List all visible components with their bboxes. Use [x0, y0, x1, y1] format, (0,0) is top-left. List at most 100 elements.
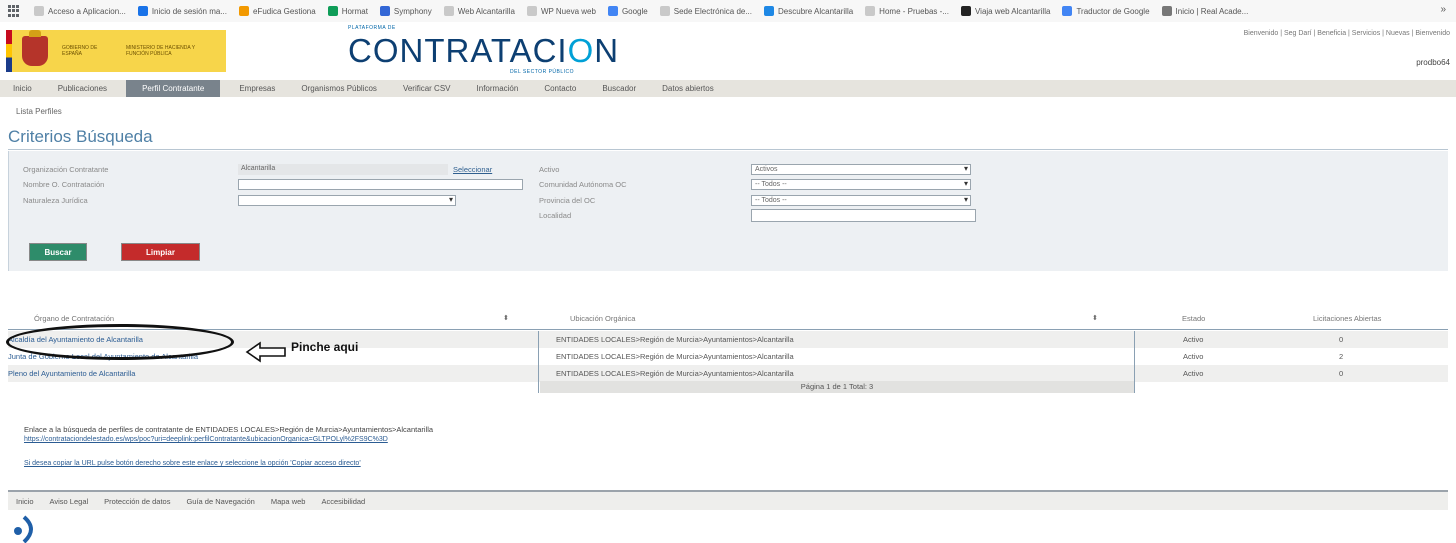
nav-item-inicio[interactable]: Inicio	[0, 80, 45, 97]
nav-item-perfil-contratante[interactable]: Perfil Contratante	[126, 80, 221, 97]
bookmark-item[interactable]: Inicio | Real Acade...	[1161, 6, 1249, 16]
column-header-estado: Estado	[1182, 314, 1206, 323]
footer-link[interactable]: Inicio	[8, 497, 42, 506]
nav-item-publicaciones[interactable]: Publicaciones	[45, 80, 120, 97]
apps-icon[interactable]	[8, 5, 20, 17]
platform-logo[interactable]: PLATAFORMA DE CONTRATACION DEL SECTOR PÚ…	[348, 25, 618, 77]
title-divider	[8, 149, 1448, 150]
nav-item-informaci-n[interactable]: Información	[464, 80, 532, 97]
bookmark-item[interactable]: Traductor de Google	[1062, 6, 1150, 16]
footer-link[interactable]: Aviso Legal	[42, 497, 97, 506]
column-divider	[1134, 331, 1135, 393]
column-header-ubicacion[interactable]: Ubicación Orgánica	[570, 314, 635, 323]
bookmark-icon	[1062, 6, 1073, 16]
search-button[interactable]: Buscar	[29, 243, 87, 261]
bookmark-item[interactable]: Descubre Alcantarilla	[764, 6, 853, 16]
bookmark-item[interactable]: Hormat	[327, 6, 368, 16]
estado-cell: Activo	[1183, 369, 1204, 378]
bookmark-icon	[238, 6, 249, 16]
licitaciones-cell: 0	[1339, 335, 1344, 344]
community-label: Comunidad Autónoma OC	[539, 180, 627, 189]
nav-item-empresas[interactable]: Empresas	[226, 80, 288, 97]
name-label: Nombre O. Contratación	[23, 180, 105, 189]
user-links[interactable]: Bienvenido | Seg Darí | Beneficia | Serv…	[1244, 30, 1450, 37]
table-row: Pleno del Ayuntamiento de Alcantarilla E…	[8, 365, 1448, 382]
nav-item-contacto[interactable]: Contacto	[531, 80, 589, 97]
pagination: Página 1 de 1 Total: 3	[540, 381, 1134, 393]
footer-link[interactable]: Protección de datos	[96, 497, 178, 506]
ubicacion-cell: ENTIDADES LOCALES>Región de Murcia>Ayunt…	[556, 369, 794, 378]
column-header-organo[interactable]: Órgano de Contratación	[34, 314, 114, 323]
bookmark-item[interactable]: Acceso a Aplicacion...	[34, 6, 126, 16]
coat-of-arms-icon	[22, 30, 48, 66]
bookmark-item[interactable]: Google	[607, 6, 648, 16]
platform-logo-main: CONTRATACION	[348, 33, 618, 69]
sort-icon[interactable]: ⬍	[503, 314, 509, 322]
bookmark-item[interactable]: Web Alcantarilla	[443, 6, 515, 16]
government-logo[interactable]: GOBIERNO DE ESPAÑA MINISTERIO DE HACIEND…	[6, 30, 226, 72]
breadcrumb[interactable]: Lista Perfiles	[16, 107, 62, 116]
nav-item-verificar-csv[interactable]: Verificar CSV	[390, 80, 464, 97]
province-select[interactable]: -- Todos --	[751, 195, 971, 206]
bookmark-list: Acceso a Aplicacion... Inicio de sesión m…	[34, 6, 1248, 16]
bookmark-item[interactable]: Symphony	[379, 6, 432, 16]
footer-link[interactable]: Mapa web	[263, 497, 314, 506]
copy-url-note[interactable]: Si desea copiar la URL pulse botón derec…	[24, 460, 361, 467]
bookmark-label: Inicio de sesión ma...	[151, 6, 227, 16]
bookmark-label: Symphony	[393, 6, 432, 16]
active-label: Activo	[539, 165, 560, 174]
bookmark-item[interactable]: Sede Electrónica de...	[659, 6, 753, 16]
bookmark-icon	[1161, 6, 1172, 16]
bookmark-icon	[443, 6, 454, 16]
bookmark-item[interactable]: Home - Pruebas -...	[865, 6, 949, 16]
more-bookmarks-icon[interactable]: »	[1440, 4, 1446, 15]
bookmark-icon	[327, 6, 338, 16]
bookmark-item[interactable]: eFudica Gestiona	[238, 6, 316, 16]
org-field: Alcantarilla	[238, 164, 448, 175]
bookmark-label: Sede Electrónica de...	[673, 6, 753, 16]
search-criteria-panel: Organización Contratante Alcantarilla Se…	[8, 151, 1448, 271]
nav-item-buscador[interactable]: Buscador	[589, 80, 649, 97]
bookmark-item[interactable]: Viaja web Alcantarilla	[960, 6, 1050, 16]
column-divider	[538, 331, 539, 393]
footer-link[interactable]: Guía de Navegación	[178, 497, 262, 506]
nav-item-organismos-p-blicos[interactable]: Organismos Públicos	[288, 80, 390, 97]
organo-link[interactable]: Pleno del Ayuntamiento de Alcantarilla	[8, 369, 135, 378]
bookmark-icon	[764, 6, 775, 16]
username: prodbo64	[1416, 58, 1450, 67]
clear-button[interactable]: Limpiar	[121, 243, 200, 261]
bookmark-item[interactable]: Inicio de sesión ma...	[137, 6, 227, 16]
community-select[interactable]: -- Todos --	[751, 179, 971, 190]
platform-logo-main-b: N	[594, 32, 620, 69]
nav-item-datos-abiertos[interactable]: Datos abiertos	[649, 80, 727, 97]
active-select[interactable]: Activos	[751, 164, 971, 175]
bookmark-label: Home - Pruebas -...	[879, 6, 949, 16]
ubicacion-cell: ENTIDADES LOCALES>Región de Murcia>Ayunt…	[556, 352, 794, 361]
highlight-circle	[6, 324, 234, 360]
bookmark-label: Descubre Alcantarilla	[778, 6, 854, 16]
bookmark-icon	[379, 6, 390, 16]
bookmark-label: Traductor de Google	[1076, 6, 1150, 16]
bookmark-icon	[137, 6, 148, 16]
bookmark-icon	[865, 6, 876, 16]
bookmark-item[interactable]: WP Nueva web	[526, 6, 596, 16]
footer-link[interactable]: Accesibilidad	[313, 497, 373, 506]
annotation-text: Pinche aqui	[291, 340, 359, 354]
name-input[interactable]	[238, 179, 523, 190]
main-nav: Inicio Publicaciones Perfil Contratante Emp…	[0, 80, 1456, 97]
search-link-url[interactable]: https://contrataciondelestado.es/wps/poc…	[24, 436, 388, 443]
site-header: GOBIERNO DE ESPAÑA MINISTERIO DE HACIEND…	[0, 22, 1456, 80]
table-header: Órgano de Contratación ⬍ Ubicación Orgán…	[8, 308, 1448, 330]
bookmark-label: eFudica Gestiona	[252, 6, 316, 16]
gov-name: GOBIERNO DE ESPAÑA	[62, 45, 98, 57]
nature-select[interactable]	[238, 195, 456, 206]
sort-icon[interactable]: ⬍	[1092, 314, 1098, 322]
bookmark-label: Google	[621, 6, 648, 16]
eu-flag-stripe	[6, 30, 12, 72]
select-org-link[interactable]: Seleccionar	[453, 165, 492, 174]
bookmark-label: Inicio | Real Acade...	[1175, 6, 1249, 16]
org-label: Organización Contratante	[23, 165, 109, 174]
licitaciones-cell: 2	[1339, 352, 1344, 361]
estado-cell: Activo	[1183, 352, 1204, 361]
locality-input[interactable]	[751, 209, 976, 222]
